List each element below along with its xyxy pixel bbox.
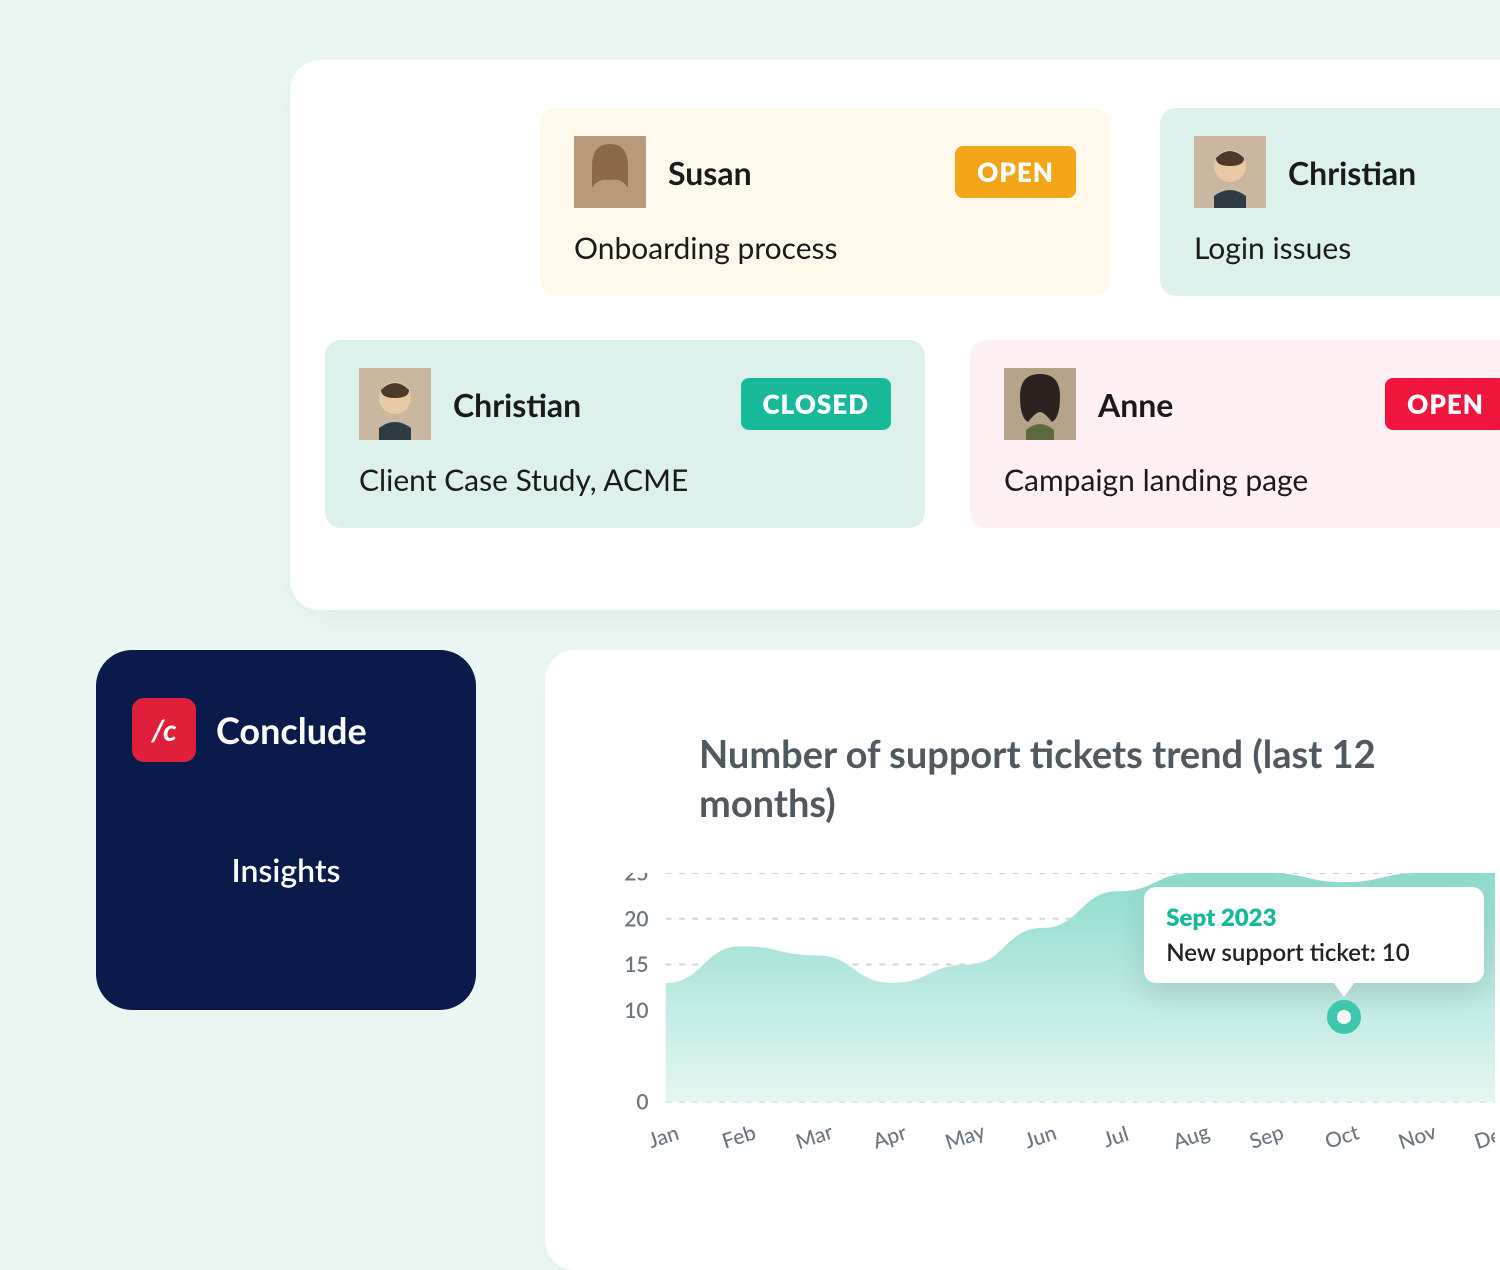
ticket-title: Login issues (1194, 230, 1500, 266)
ticket-card[interactable]: Anne OPEN Campaign landing page (970, 340, 1500, 528)
svg-text:May: May (942, 1118, 988, 1154)
ticket-card[interactable]: Christian Login issues (1160, 108, 1500, 296)
avatar (359, 368, 431, 440)
chart-focus-point-icon (1327, 1000, 1361, 1034)
app-card: /c Conclude Insights (96, 650, 476, 1010)
svg-text:Oct: Oct (1322, 1119, 1363, 1154)
tooltip-pointer-icon (1328, 975, 1360, 997)
avatar (1194, 136, 1266, 208)
app-logo-icon: /c (132, 698, 196, 762)
ticket-title: Campaign landing page (1004, 462, 1500, 498)
ticket-person: Christian (1288, 153, 1500, 192)
svg-text:Jan: Jan (645, 1120, 682, 1153)
ticket-person: Christian (453, 385, 719, 424)
svg-text:15: 15 (624, 952, 648, 977)
svg-text:Apr: Apr (870, 1119, 910, 1153)
ticket-person: Anne (1098, 385, 1363, 424)
svg-text:Aug: Aug (1170, 1119, 1213, 1154)
menu-item-insights[interactable]: Insights (132, 850, 440, 889)
svg-text:25: 25 (624, 873, 648, 886)
svg-text:Nov: Nov (1395, 1119, 1439, 1155)
svg-text:20: 20 (624, 906, 648, 931)
ticket-card[interactable]: Christian CLOSED Client Case Study, ACME (325, 340, 925, 528)
svg-text:Jul: Jul (1100, 1121, 1132, 1153)
status-badge: CLOSED (741, 378, 892, 430)
svg-text:Dec: Dec (1471, 1119, 1495, 1154)
chart-area[interactable]: 0 10 15 20 25 Jan Feb Mar Apr May Jun Jul Aug Sep Oct… (599, 873, 1495, 1203)
chart-tooltip: Sept 2023 New support ticket: 10 (1144, 887, 1484, 983)
svg-text:0: 0 (636, 1089, 648, 1114)
ticket-title: Client Case Study, ACME (359, 462, 891, 498)
chart-title: Number of support tickets trend (last 12… (699, 730, 1495, 829)
svg-text:Jun: Jun (1021, 1120, 1059, 1154)
svg-text:10: 10 (624, 998, 648, 1023)
avatar (1004, 368, 1076, 440)
ticket-card[interactable]: Susan OPEN Onboarding process (540, 108, 1110, 296)
svg-text:Feb: Feb (719, 1119, 759, 1153)
tooltip-date: Sept 2023 (1166, 903, 1462, 932)
svg-text:Sep: Sep (1246, 1119, 1286, 1153)
tooltip-value: New support ticket: 10 (1166, 938, 1462, 967)
status-badge: OPEN (955, 146, 1076, 198)
svg-text:Mar: Mar (793, 1119, 837, 1154)
status-badge: OPEN (1385, 378, 1500, 430)
chart-panel: Number of support tickets trend (last 12… (545, 650, 1500, 1270)
app-name: Conclude (216, 708, 367, 752)
ticket-person: Susan (668, 153, 933, 192)
ticket-title: Onboarding process (574, 230, 1076, 266)
avatar (574, 136, 646, 208)
